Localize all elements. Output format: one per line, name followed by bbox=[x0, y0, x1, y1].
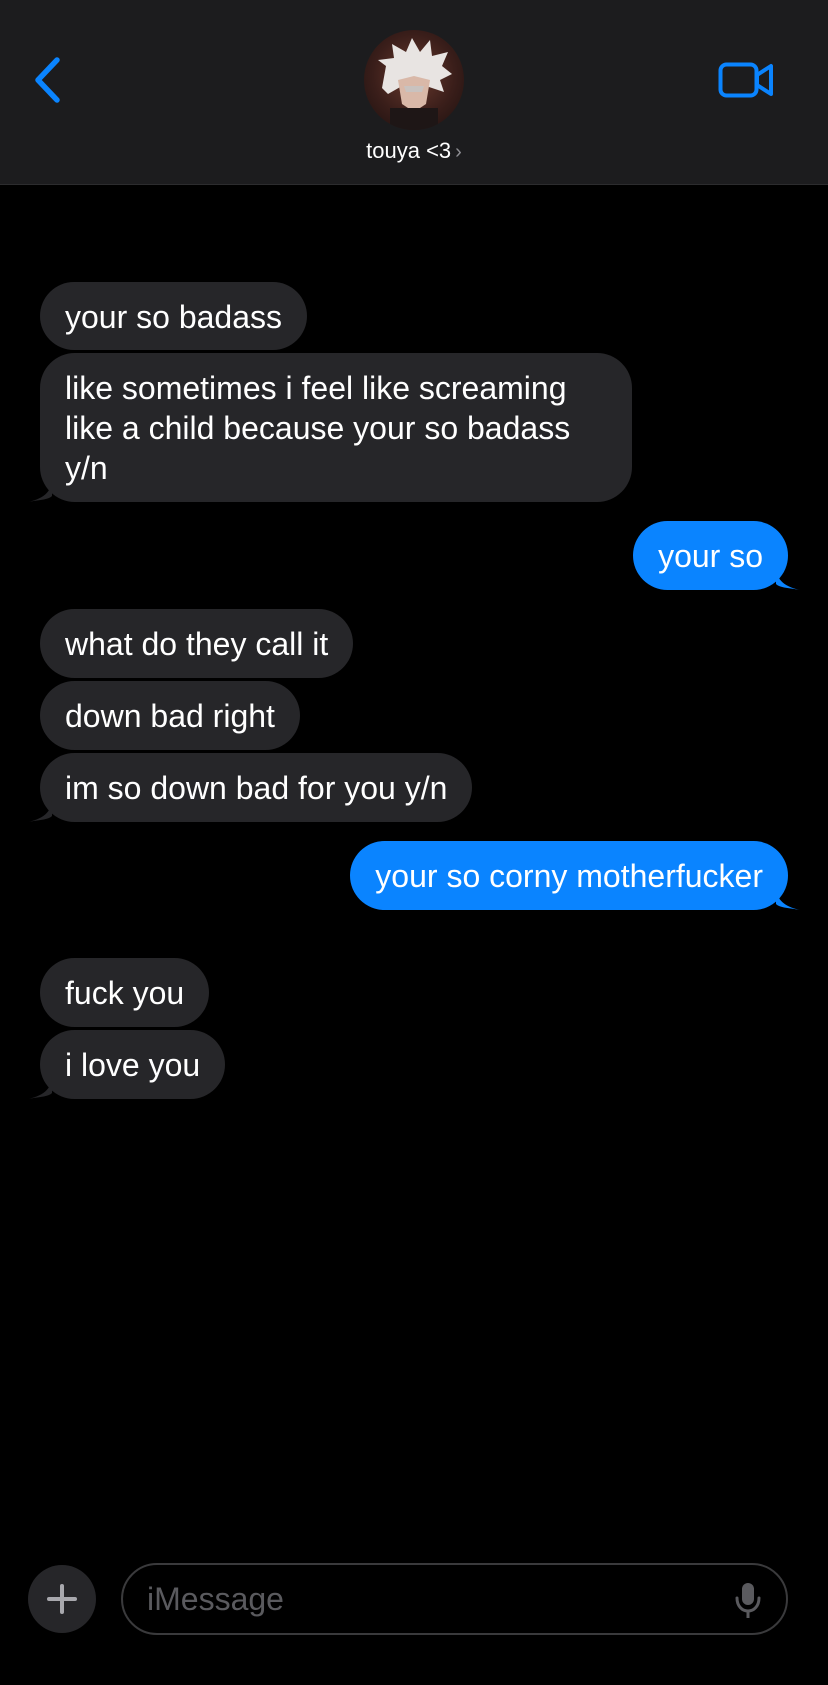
conversation-header: touya <3 › bbox=[0, 0, 828, 185]
avatar-image bbox=[378, 38, 452, 130]
back-button[interactable] bbox=[30, 54, 70, 106]
message-bubble-incoming[interactable]: like sometimes i feel like screaming lik… bbox=[40, 353, 632, 502]
message-text: like sometimes i feel like screaming lik… bbox=[65, 370, 571, 486]
imessage-input[interactable]: iMessage bbox=[121, 1563, 788, 1635]
message-text: down bad right bbox=[65, 698, 275, 734]
message-bubble-incoming[interactable]: im so down bad for you y/n bbox=[40, 753, 473, 822]
apps-plus-button[interactable] bbox=[28, 1565, 96, 1633]
dictation-button[interactable] bbox=[734, 1581, 762, 1621]
contact-name: touya <3 bbox=[366, 138, 452, 163]
bubble-tail bbox=[28, 478, 52, 502]
message-text: your so bbox=[658, 538, 763, 574]
message-text: what do they call it bbox=[65, 626, 329, 662]
message-text: im so down bad for you y/n bbox=[65, 770, 448, 806]
message-text: your so badass bbox=[65, 299, 283, 335]
contact-name-button[interactable]: touya <3 › bbox=[0, 138, 828, 164]
message-bubble-incoming[interactable]: i love you bbox=[40, 1030, 226, 1099]
bubble-tail bbox=[28, 1075, 52, 1099]
message-bubble-incoming[interactable]: what do they call it bbox=[40, 609, 354, 678]
facetime-button[interactable] bbox=[718, 60, 774, 100]
bubble-tail bbox=[776, 886, 800, 910]
message-bubble-outgoing[interactable]: your so corny motherfucker bbox=[350, 841, 788, 910]
message-text: fuck you bbox=[65, 975, 185, 1011]
microphone-icon bbox=[735, 1583, 761, 1618]
message-text: i love you bbox=[65, 1047, 201, 1083]
message-bubble-incoming[interactable]: your so badass bbox=[40, 282, 308, 350]
bubble-tail bbox=[776, 566, 800, 590]
input-placeholder: iMessage bbox=[147, 1581, 284, 1617]
message-text: your so corny motherfucker bbox=[375, 858, 763, 894]
bubble-tail bbox=[28, 798, 52, 822]
message-bubble-incoming[interactable]: down bad right bbox=[40, 681, 300, 750]
video-camera-icon bbox=[718, 62, 773, 98]
plus-icon bbox=[47, 1584, 77, 1614]
chevron-right-icon: › bbox=[455, 141, 462, 163]
message-bubble-incoming[interactable]: fuck you bbox=[40, 958, 210, 1027]
chevron-left-icon bbox=[35, 57, 60, 103]
contact-avatar[interactable] bbox=[364, 30, 464, 130]
message-bubble-outgoing[interactable]: your so bbox=[633, 521, 788, 590]
